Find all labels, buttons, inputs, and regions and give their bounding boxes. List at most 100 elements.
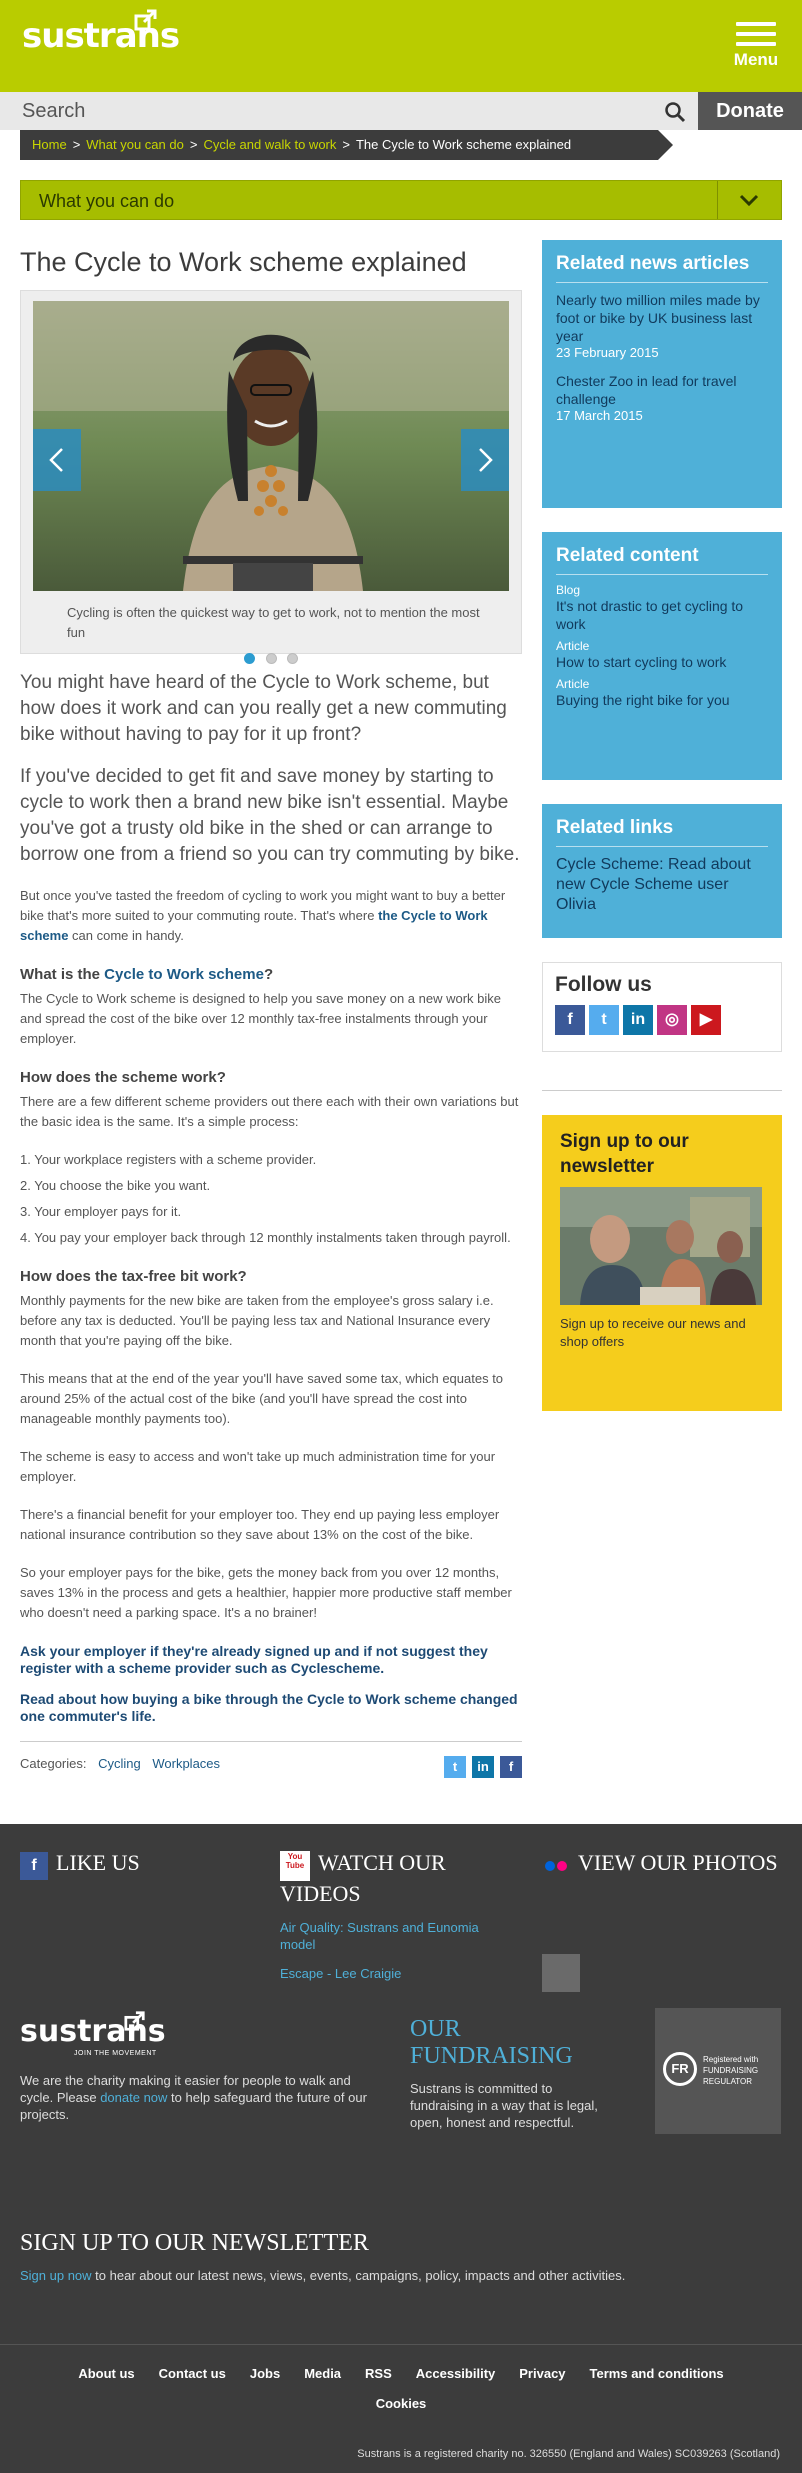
footer-newsletter-text: Sign up now to hear about our latest new… [20,2268,625,2283]
follow-us-title: Follow us [555,973,652,996]
video-link-2[interactable]: Escape - Lee Craigie [280,1965,510,1982]
category-workplaces[interactable]: Workplaces [152,1756,220,1771]
video-thumbnail[interactable] [542,1954,580,1992]
fundraising-text: Sustrans is committed to fundraising in … [410,2081,598,2130]
footer-like-us[interactable]: f LIKE US [20,1850,140,1880]
list-item: 3. Your employer pays for it. [20,1204,182,1219]
paragraph-tax-4: There's a financial benefit for your emp… [20,1507,500,1542]
footer-link-terms[interactable]: Terms and conditions [590,2366,724,2381]
footer-logo-tagline: JOIN THE MOVEMENT [74,2050,157,2057]
breadcrumb-home[interactable]: Home [32,137,67,152]
slider-photo [33,301,509,591]
paragraph-text: can come in handy. [68,928,184,943]
list-item: 4. You pay your employer back through 12… [20,1230,511,1245]
site-footer: f LIKE US You Tube WATCH OUR VIDEOS Air Qu… [0,1824,802,2473]
related-content-box: Related content Blog It's not drastic to… [542,532,782,780]
content-kind: Article [556,639,590,653]
cycle-to-work-heading-link[interactable]: Cycle to Work scheme [104,966,264,983]
slider-dot-2[interactable] [265,653,277,664]
dropdown-divider [717,181,718,219]
share-icons: t in f [438,1756,522,1778]
like-us-heading: LIKE US [56,1850,140,1875]
section-dropdown[interactable]: What you can do [20,180,782,220]
menu-button[interactable]: Menu [732,22,780,70]
flickr-dot-pink [557,1860,567,1871]
search-icon[interactable] [664,101,686,123]
section-dropdown-label: What you can do [39,191,175,211]
twitter-icon[interactable]: t [589,1005,619,1035]
footer-photos[interactable]: VIEW OUR PHOTOS [542,1850,778,1880]
footer-link-privacy[interactable]: Privacy [519,2366,565,2381]
breadcrumb-what-you-can-do[interactable]: What you can do [86,137,184,152]
news-link-2[interactable]: Chester Zoo in lead for travel challenge [556,372,768,408]
page-title: The Cycle to Work scheme explained [20,247,467,277]
footer-link-cookies[interactable]: Cookies [0,2396,802,2411]
sidebar: Related news articles Nearly two million… [542,240,782,1411]
image-slider: Cycling is often the quickest way to get… [20,290,522,664]
footer-link-accessibility[interactable]: Accessibility [416,2366,496,2381]
menu-icon-bar [736,32,776,36]
content-link-3[interactable]: Buying the right bike for you [556,691,768,709]
footer-link-rss[interactable]: RSS [365,2366,392,2381]
divider [556,574,768,575]
people-in-cafe-photo [560,1187,762,1305]
breadcrumb-separator: > [72,137,81,152]
related-link-1[interactable]: Cycle Scheme: Read about new Cycle Schem… [556,855,768,915]
social-icons: f t in ◎ ▶ [555,1005,769,1035]
divider [556,846,768,847]
slider-dot-3[interactable] [286,653,298,664]
divider [20,1741,522,1742]
chevron-right-icon [479,448,493,472]
newsletter-signup-text: Sign up to receive our news and shop off… [560,1316,746,1349]
facebook-icon: f [20,1851,48,1880]
instagram-icon[interactable]: ◎ [657,1005,687,1035]
chevron-down-icon[interactable] [739,193,759,207]
slider-next-button[interactable] [461,429,509,491]
footer-link-media[interactable]: Media [304,2366,341,2381]
youtube-icon[interactable]: You Tube [280,1850,310,1881]
footer-about-text: We are the charity making it easier for … [20,2072,380,2123]
facebook-icon[interactable]: f [555,1005,585,1035]
footer-about: sustrans JOIN THE MOVEMENT We are the ch… [20,2011,380,2123]
sign-up-now-link[interactable]: Sign up now [20,2268,92,2283]
cta-ask-employer[interactable]: Ask your employer if they're already sig… [20,1643,522,1677]
flickr-icon [542,1852,570,1880]
footer-link-jobs[interactable]: Jobs [250,2366,280,2381]
donate-button[interactable]: Donate [698,92,802,130]
footer-link-contact[interactable]: Contact us [159,2366,226,2381]
footer-link-about[interactable]: About us [78,2366,134,2381]
content-link-1[interactable]: It's not drastic to get cycling to work [556,597,768,633]
breadcrumb-current: The Cycle to Work scheme explained [355,137,572,152]
donate-now-link[interactable]: donate now [100,2090,167,2105]
fundraising-regulator-badge[interactable]: FR Registered with FUNDRAISING REGULATOR [655,2008,781,2134]
slider-prev-button[interactable] [33,429,81,491]
list-item: 1. Your workplace registers with a schem… [20,1152,317,1167]
youtube-icon[interactable]: ▶ [691,1005,721,1035]
related-content-title: Related content [556,545,699,566]
footer-links: About us Contact us Jobs Media RSS Accessibil… [0,2366,802,2381]
content-link-2[interactable]: How to start cycling to work [556,653,768,671]
flickr-dot-blue [545,1860,555,1871]
fundraising-heading: OUR FUNDRAISING [410,2016,573,2069]
category-cycling[interactable]: Cycling [98,1756,141,1771]
slider-dot-1[interactable] [244,653,256,664]
search-input[interactable]: Search [22,100,85,123]
facebook-icon[interactable]: f [500,1756,522,1778]
footer-logo[interactable]: sustrans JOIN THE MOVEMENT [20,2011,380,2072]
sustrans-logo[interactable]: sustrans [22,9,180,56]
news-date-2: 17 March 2015 [556,408,643,423]
linkedin-icon[interactable]: in [472,1756,494,1778]
newsletter-signup-box[interactable]: Sign up to our newsletter Sign up to rec… [542,1115,782,1411]
video-link-1[interactable]: Air Quality: Sustrans and Eunomia model [280,1919,510,1953]
paragraph-tax-1: Monthly payments for the new bike are ta… [20,1293,494,1348]
twitter-icon[interactable]: t [444,1756,466,1778]
divider [0,2344,802,2345]
linkedin-icon[interactable]: in [623,1005,653,1035]
breadcrumb: Home > What you can do > Cycle and walk to w… [20,130,673,160]
cta-read-commuter-story[interactable]: Read about how buying a bike through the… [20,1691,522,1725]
logo-arrow-icon [124,2011,145,2031]
news-link-1[interactable]: Nearly two million miles made by foot or… [556,291,768,345]
paragraph-tax-2: This means that at the end of the year y… [20,1371,504,1426]
breadcrumb-cycle-walk-work[interactable]: Cycle and walk to work [203,137,336,152]
footer-newsletter-part: to hear about our latest news, views, ev… [91,2268,626,2283]
